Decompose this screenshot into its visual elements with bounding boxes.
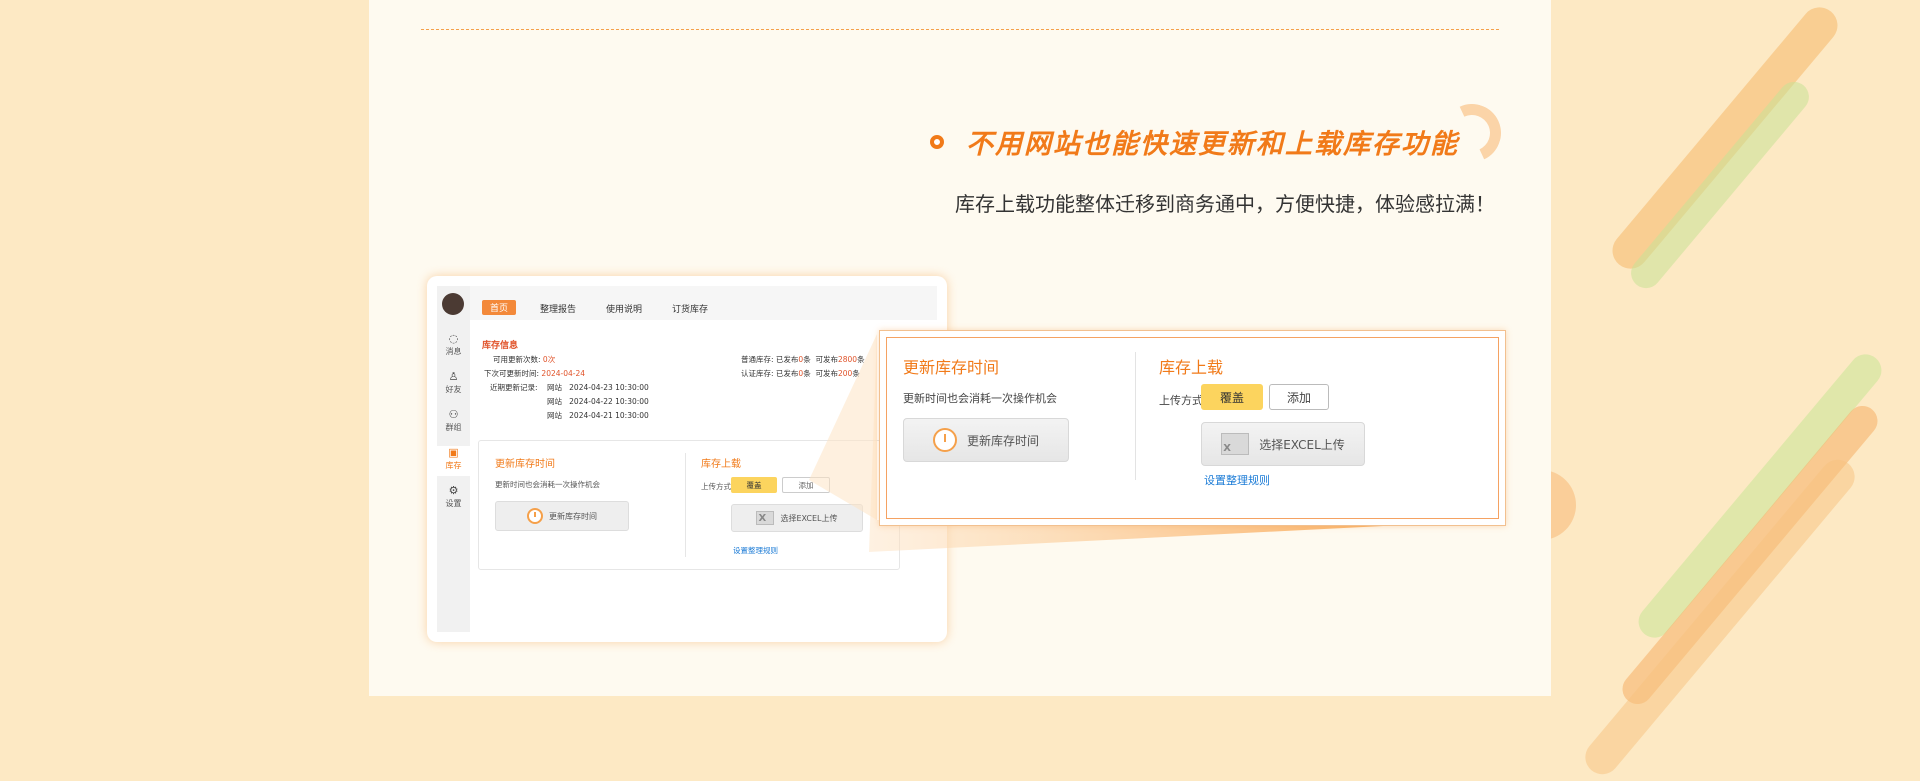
refresh-button-label: 更新库存时间 [966,433,1039,448]
upload-mode-label: 上传方式 [1159,394,1203,407]
background-stripe [1624,75,1816,295]
refresh-description: 更新时间也会消耗一次操作机会 [903,392,1057,405]
upload-title: 库存上载 [1159,358,1224,377]
rules-link[interactable]: 设置整理规则 [1204,472,1270,488]
excel-upload-button[interactable]: 选择EXCEL上传 [1201,422,1365,466]
add-button[interactable]: 添加 [1269,384,1329,410]
background-stripe [1578,452,1862,781]
overwrite-button[interactable]: 覆盖 [1201,384,1263,410]
refresh-title: 更新库存时间 [903,358,1000,377]
excel-button-label: 选择EXCEL上传 [1259,437,1345,452]
excel-icon [1221,433,1250,455]
zoomed-update-panel: 更新库存时间 更新时间也会消耗一次操作机会 更新库存时间 库存上载 上传方式 覆… [879,330,1506,526]
feature-card: 不用网站也能快速更新和上载库存功能 库存上载功能整体迁移到商务通中，方便快捷，体… [369,0,1551,696]
panel-divider [1135,352,1136,480]
background-stripe [1632,347,1888,645]
background-stripe [1605,0,1845,276]
refresh-time-button[interactable]: 更新库存时间 [903,418,1069,462]
clock-icon [932,428,957,452]
